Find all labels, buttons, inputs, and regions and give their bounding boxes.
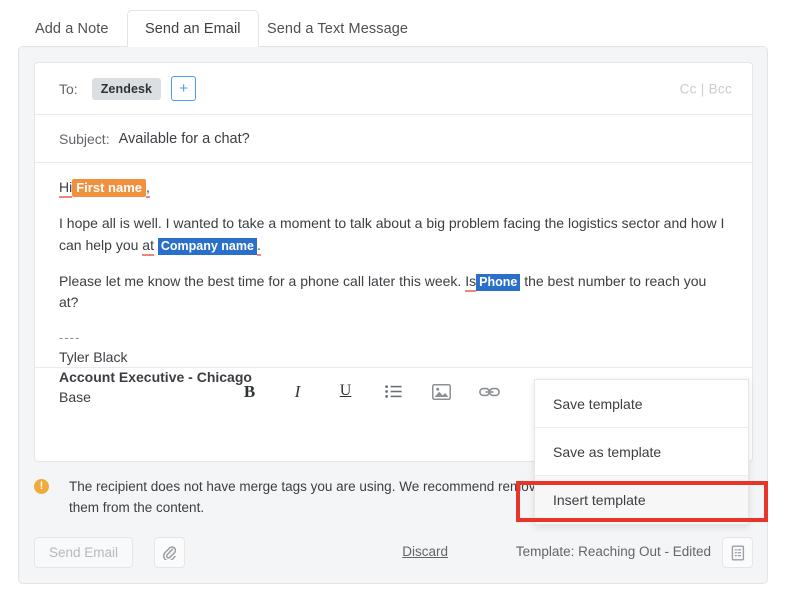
discard-link[interactable]: Discard (402, 544, 448, 559)
tab-send-a-text-message[interactable]: Send a Text Message (250, 10, 425, 47)
bold-button[interactable]: B (226, 368, 274, 416)
body-paragraph-3: Please let me know the best time for a p… (59, 271, 728, 314)
subject-field-row[interactable]: Subject: Available for a chat? (35, 115, 752, 163)
body-paragraph-2: I hope all is well. I wanted to take a m… (59, 213, 728, 256)
menu-item-label: Save template (553, 396, 643, 412)
paragraph-2-period: . (257, 237, 261, 256)
template-dropdown-menu: Save template Save as template Insert te… (534, 379, 749, 525)
send-email-button[interactable]: Send Email (34, 537, 133, 568)
menu-item-save-template[interactable]: Save template (535, 380, 748, 428)
cc-bcc-toggle[interactable]: Cc | Bcc (680, 81, 732, 96)
paragraph-3-text: Please let me know the best time for a p… (59, 273, 465, 289)
menu-item-insert-template[interactable]: Insert template (535, 476, 748, 524)
merge-tag-phone[interactable]: Phone (476, 274, 520, 291)
insert-link-button[interactable] (466, 368, 514, 416)
template-icon (731, 545, 745, 561)
image-icon (432, 384, 451, 400)
greeting-comma: , (146, 179, 150, 198)
signature-divider: ---- (59, 330, 80, 345)
tab-add-a-note[interactable]: Add a Note (18, 10, 126, 47)
recipient-chip-zendesk[interactable]: Zendesk (92, 78, 161, 100)
subject-input[interactable]: Available for a chat? (119, 131, 250, 147)
paragraph-3-is: Is (465, 273, 476, 292)
insert-image-button[interactable] (418, 368, 466, 416)
link-icon (479, 386, 500, 398)
channel-tabs: Add a Note Send an Email Send a Text Mes… (0, 0, 786, 47)
underline-button[interactable]: U (322, 368, 370, 416)
signature-name: Tyler Black (59, 349, 127, 365)
tab-send-an-email[interactable]: Send an Email (127, 10, 259, 47)
greeting-text: Hi (59, 179, 72, 198)
menu-item-label: Save as template (553, 444, 661, 460)
composer-footer: Send Email Discard Template: Reaching Ou… (34, 537, 753, 569)
add-recipient-button[interactable]: + (171, 76, 196, 101)
tab-label: Send a Text Message (267, 21, 408, 37)
subject-label: Subject: (59, 131, 110, 147)
menu-item-save-as-template[interactable]: Save as template (535, 428, 748, 476)
email-composer-screen: Add a Note Send an Email Send a Text Mes… (0, 0, 786, 615)
email-body-editor[interactable]: HiFirst name, I hope all is well. I want… (35, 163, 752, 415)
warning-icon: ! (34, 479, 49, 494)
attachment-icon (163, 546, 176, 560)
warning-text: The recipient does not have merge tags y… (69, 477, 569, 519)
merge-tag-first-name[interactable]: First name (72, 179, 146, 197)
merge-tag-company-name[interactable]: Company name (158, 238, 257, 255)
to-field-row: To: Zendesk + Cc | Bcc (35, 63, 752, 115)
attach-file-button[interactable] (154, 537, 185, 568)
menu-item-label: Insert template (553, 492, 646, 508)
body-paragraph-greeting: HiFirst name, (59, 177, 728, 198)
italic-button[interactable]: I (274, 368, 322, 416)
to-label: To: (59, 81, 78, 97)
bullet-list-icon (385, 385, 402, 398)
tab-label: Add a Note (35, 21, 109, 37)
paragraph-2-at: at (142, 237, 154, 256)
bullet-list-button[interactable] (370, 368, 418, 416)
template-status-label: Template: Reaching Out - Edited (516, 544, 711, 559)
tab-label: Send an Email (145, 21, 241, 37)
template-menu-button[interactable] (722, 537, 753, 568)
